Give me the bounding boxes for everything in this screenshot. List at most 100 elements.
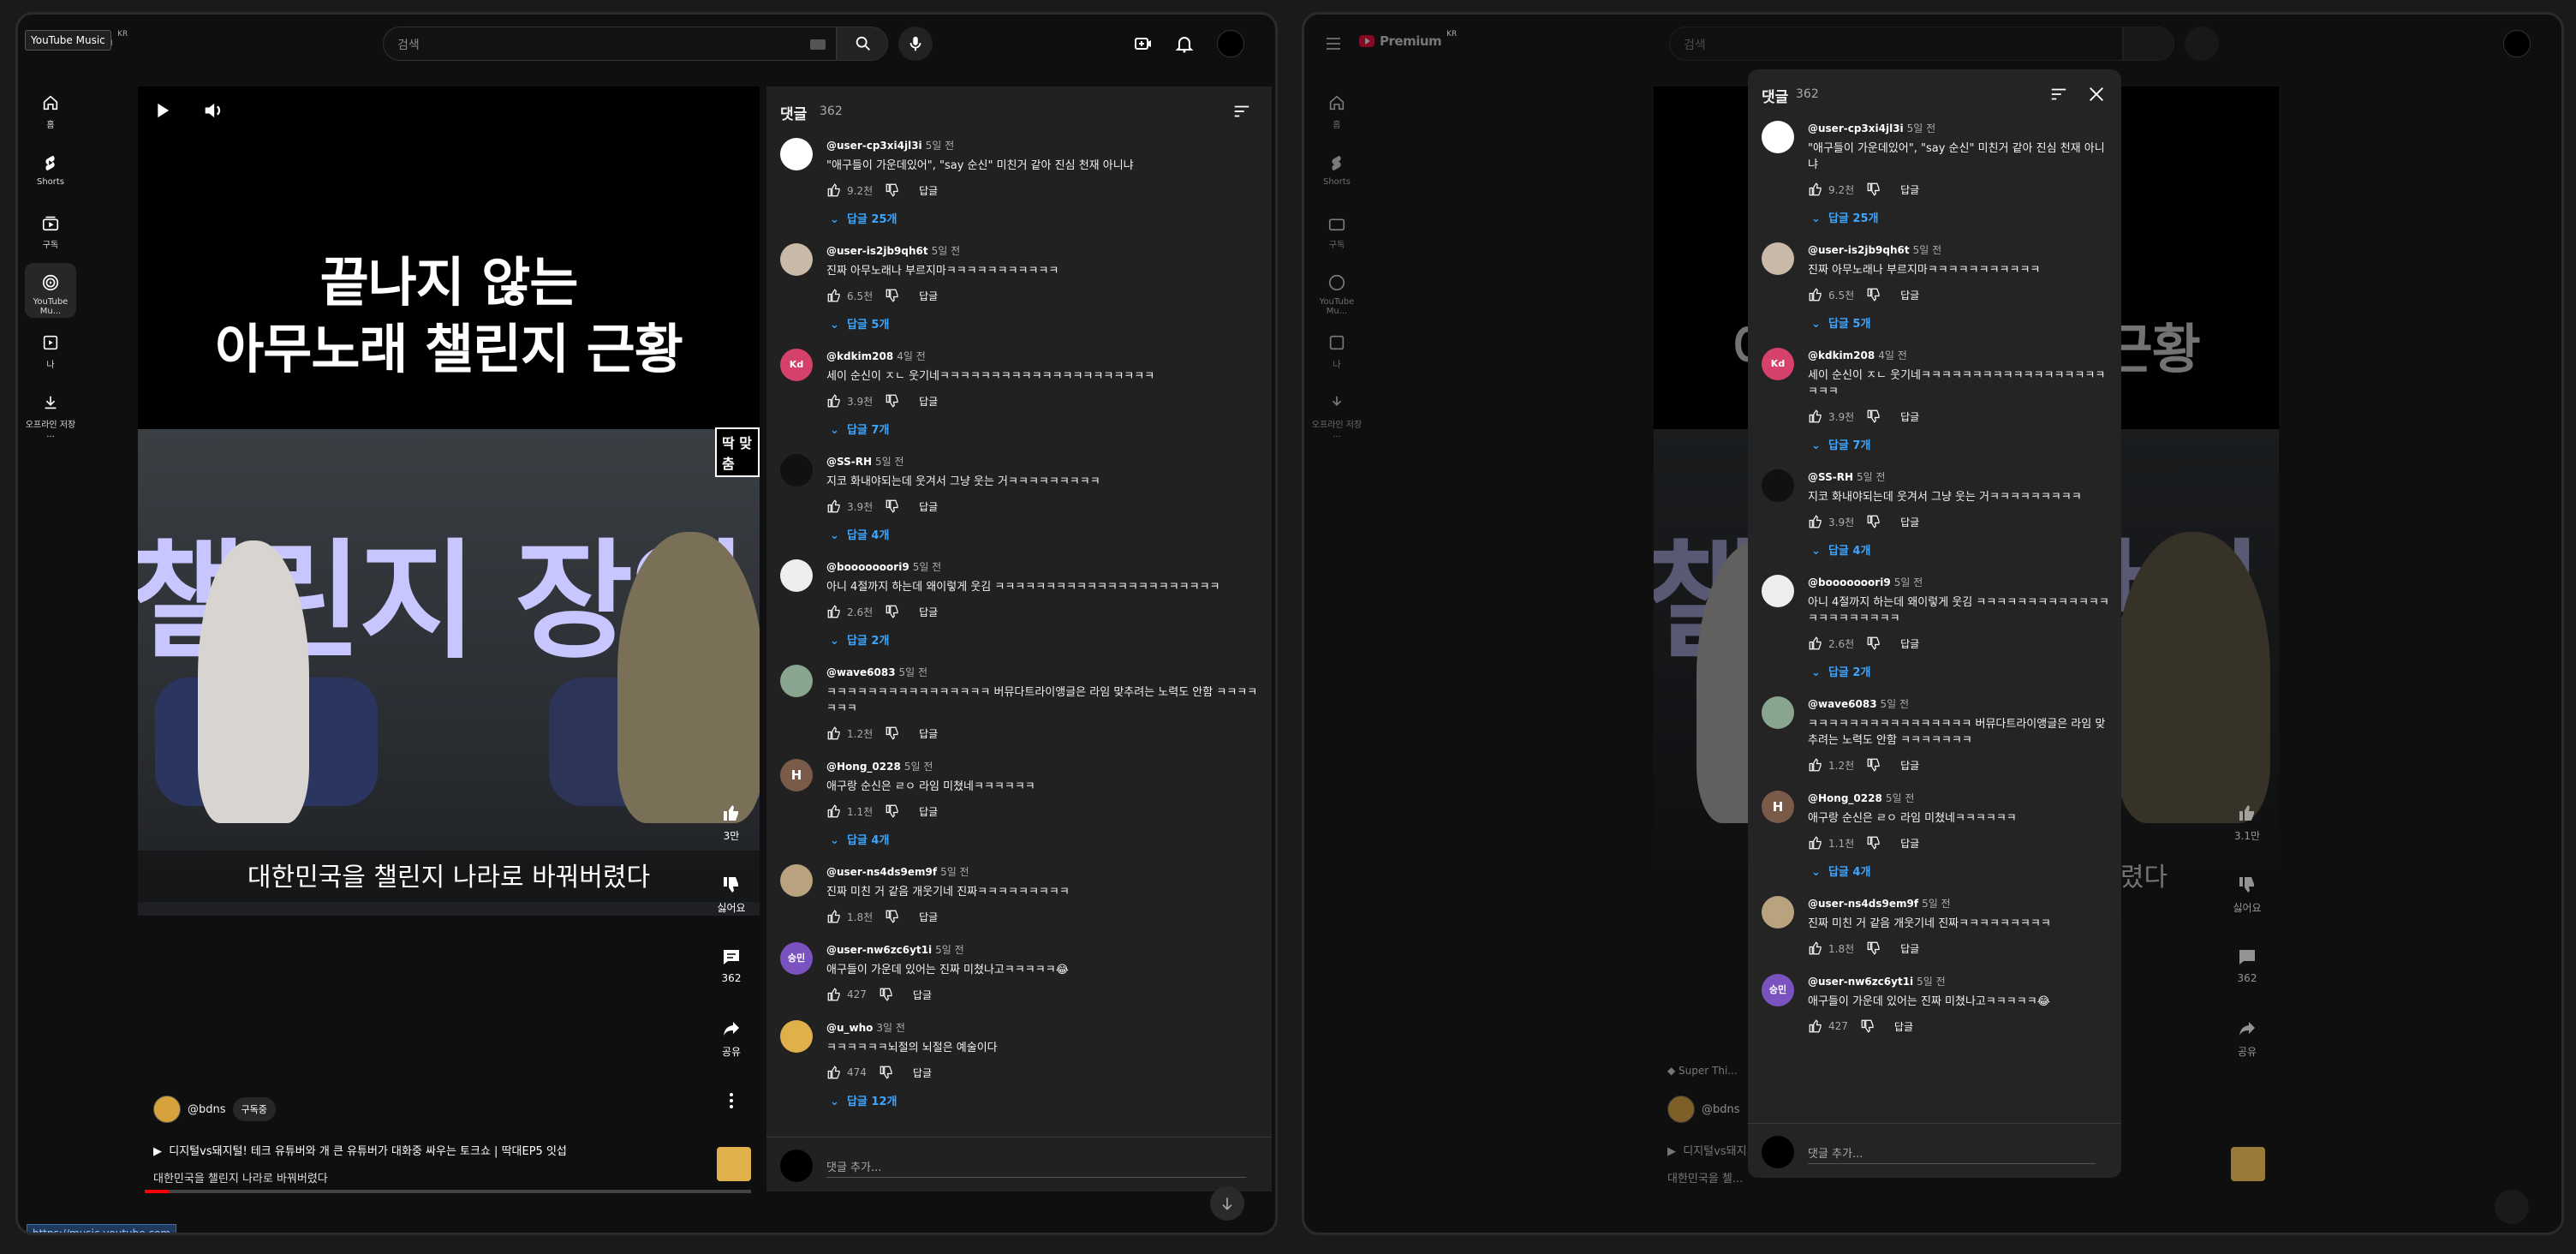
thumbs-down-icon[interactable]	[885, 604, 900, 619]
comment-avatar[interactable]	[1762, 121, 1794, 153]
play-icon[interactable]	[150, 99, 174, 122]
account-avatar[interactable]	[1217, 30, 1244, 57]
thumbs-down-icon[interactable]	[885, 803, 900, 819]
thumbs-down-icon[interactable]	[1866, 757, 1881, 773]
sidebar-item-you[interactable]: 나	[1311, 323, 1363, 378]
thumbs-up-icon[interactable]	[826, 909, 842, 924]
reply-button[interactable]: 답글	[919, 394, 938, 409]
comments-button[interactable]: 362	[710, 946, 753, 1018]
like-button[interactable]: 3.1만	[2226, 803, 2269, 875]
sidebar-item-youtube-music[interactable]: YouTube Mu...	[1311, 263, 1363, 318]
sidebar-item-downloads[interactable]: 오프라인 저장 ...	[1311, 383, 1363, 439]
thumbs-down-icon[interactable]	[885, 909, 900, 924]
reply-button[interactable]: 답글	[919, 726, 938, 741]
thumbs-up-icon[interactable]	[1808, 1018, 1823, 1034]
reply-button[interactable]: 답글	[919, 605, 938, 619]
view-replies-button[interactable]: ⌄ 답글 5개	[826, 315, 1260, 331]
reply-button[interactable]: 답글	[913, 988, 932, 1002]
thumbs-up-icon[interactable]	[1808, 940, 1823, 956]
view-replies-button[interactable]: ⌄ 답글 25개	[826, 210, 1260, 226]
view-replies-button[interactable]: ⌄ 답글 4개	[1808, 863, 2109, 879]
thumbs-down-icon[interactable]	[1866, 514, 1881, 529]
view-replies-button[interactable]: ⌄ 답글 12개	[826, 1092, 1260, 1108]
sidebar-item-you[interactable]: 나	[25, 323, 76, 378]
sidebar-item-youtube-music[interactable]: YouTube Mu...	[25, 263, 76, 318]
comment-author[interactable]: @user-ns4ds9em9f	[1808, 898, 1918, 910]
like-button[interactable]: 3만	[710, 803, 753, 875]
view-replies-button[interactable]: ⌄ 답글 7개	[1808, 436, 2109, 452]
view-replies-button[interactable]: ⌄ 답글 7개	[826, 421, 1260, 437]
youtube-logo[interactable]: Premium KR	[1359, 30, 1457, 52]
view-replies-button[interactable]: ⌄ 답글 4개	[1808, 541, 2109, 558]
comment-author[interactable]: @booooooori9	[826, 561, 909, 573]
thumbs-up-icon[interactable]	[826, 803, 842, 819]
comment-avatar[interactable]: H	[1762, 791, 1794, 823]
thumbs-up-icon[interactable]	[1808, 514, 1823, 529]
thumbs-up-icon[interactable]	[826, 987, 842, 1002]
reply-button[interactable]: 답글	[919, 183, 938, 198]
reply-button[interactable]: 답글	[913, 1066, 932, 1080]
video-title-row[interactable]: ▶ 디지털vs돼지...	[1667, 1142, 1757, 1158]
comment-author[interactable]: @kdkim208	[826, 350, 893, 362]
music-thumbnail[interactable]	[2231, 1147, 2265, 1181]
comment-avatar[interactable]	[1762, 696, 1794, 729]
subscribe-button[interactable]: 구독중	[232, 1097, 276, 1121]
reply-button[interactable]: 답글	[919, 499, 938, 514]
video-progress-bar[interactable]	[145, 1190, 751, 1193]
comment-author[interactable]: @user-nw6zc6yt1i	[826, 944, 932, 956]
reply-button[interactable]: 답글	[1900, 182, 1919, 197]
sidebar-item-downloads[interactable]: 오프라인 저장 ...	[25, 383, 76, 439]
channel-name[interactable]: @bdns	[188, 1103, 226, 1116]
comment-author[interactable]: @u_who	[826, 1022, 873, 1034]
keyboard-icon[interactable]	[810, 39, 826, 50]
music-thumbnail[interactable]	[717, 1147, 751, 1181]
voice-search-button[interactable]	[898, 27, 933, 61]
thumbs-up-icon[interactable]	[826, 1065, 842, 1080]
comment-avatar[interactable]	[1762, 242, 1794, 275]
sidebar-item-shorts[interactable]: Shorts	[1311, 143, 1363, 198]
add-comment-input[interactable]: 댓글 추가...	[826, 1158, 881, 1174]
add-comment-input[interactable]: 댓글 추가...	[1808, 1144, 1863, 1161]
comment-avatar[interactable]: Kd	[780, 349, 813, 381]
view-replies-button[interactable]: ⌄ 답글 2개	[1808, 663, 2109, 679]
thumbs-down-icon[interactable]	[1866, 835, 1881, 851]
comment-author[interactable]: @user-cp3xi4jl3i	[826, 140, 922, 152]
menu-icon[interactable]	[1323, 33, 1344, 54]
scroll-down-button[interactable]	[1210, 1186, 1244, 1221]
thumbs-up-icon[interactable]	[826, 182, 842, 198]
create-icon[interactable]	[1133, 33, 1154, 54]
comment-author[interactable]: @user-ns4ds9em9f	[826, 866, 937, 878]
comment-author[interactable]: @Hong_0228	[1808, 792, 1882, 804]
reply-button[interactable]: 답글	[1900, 758, 1919, 773]
volume-icon[interactable]	[201, 99, 225, 122]
thumbs-down-icon[interactable]	[885, 499, 900, 514]
thumbs-down-icon[interactable]	[1866, 182, 1881, 197]
reply-button[interactable]: 답글	[919, 804, 938, 819]
channel-avatar[interactable]	[1667, 1096, 1695, 1123]
reply-button[interactable]: 답글	[919, 289, 938, 303]
thumbs-down-icon[interactable]	[879, 1065, 894, 1080]
reply-button[interactable]: 답글	[919, 910, 938, 924]
reply-button[interactable]: 답글	[1900, 941, 1919, 956]
notifications-icon[interactable]	[1174, 33, 1195, 54]
reply-button[interactable]: 답글	[1894, 1019, 1913, 1034]
scroll-down-button[interactable]	[2495, 1190, 2529, 1224]
account-avatar[interactable]	[2503, 30, 2531, 57]
comment-avatar[interactable]	[780, 665, 813, 697]
thumbs-down-icon[interactable]	[885, 288, 900, 303]
comment-avatar[interactable]	[1762, 469, 1794, 502]
share-button[interactable]: 공유	[710, 1018, 753, 1090]
thumbs-up-icon[interactable]	[1808, 287, 1823, 302]
comment-avatar[interactable]	[780, 1020, 813, 1053]
thumbs-down-icon[interactable]	[885, 726, 900, 741]
reply-button[interactable]: 답글	[1900, 515, 1919, 529]
comment-author[interactable]: @user-cp3xi4jl3i	[1808, 122, 1904, 134]
dislike-button[interactable]: 싫어요	[710, 875, 753, 946]
search-input[interactable]: 검색	[383, 27, 837, 61]
comment-author[interactable]: @Hong_0228	[826, 761, 901, 773]
comment-author[interactable]: @wave6083	[1808, 698, 1877, 710]
reply-button[interactable]: 답글	[1900, 288, 1919, 302]
comment-avatar[interactable]: H	[780, 759, 813, 791]
sidebar-item-subscriptions[interactable]: 구독	[1311, 203, 1363, 258]
sort-icon[interactable]	[1232, 102, 1251, 121]
